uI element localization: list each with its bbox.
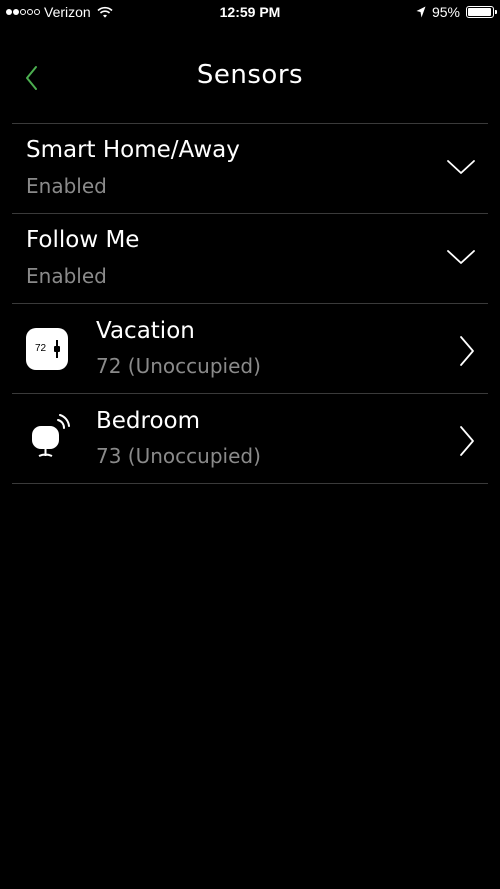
thermostat-dial-knob (54, 346, 60, 352)
thermostat-temp: 72 (35, 343, 47, 354)
status-right: 95% (416, 4, 497, 20)
row-subtitle: Enabled (26, 264, 107, 288)
battery-percent: 95% (431, 4, 460, 20)
sensor-row-vacation[interactable]: 72 Vacation 72 (Unoccupied) (12, 304, 488, 393)
settings-list: Smart Home/Away Enabled Follow Me Enable… (12, 123, 488, 484)
chevron-right-icon (460, 426, 474, 456)
sensor-status: 72 (Unoccupied) (96, 354, 261, 378)
nav-bar: Sensors (0, 50, 500, 106)
battery-fill (468, 8, 491, 16)
sensor-row-bedroom[interactable]: Bedroom 73 (Unoccupied) (12, 394, 488, 483)
divider (12, 483, 488, 484)
location-arrow-icon (416, 6, 426, 18)
chevron-right-icon (460, 336, 474, 366)
row-smart-home-away[interactable]: Smart Home/Away Enabled (12, 124, 488, 213)
room-sensor-icon (32, 414, 70, 457)
row-title: Smart Home/Away (26, 137, 240, 163)
sensor-name: Bedroom (96, 408, 201, 434)
battery-nub (495, 10, 497, 14)
page-title: Sensors (196, 60, 304, 90)
row-title: Follow Me (26, 227, 140, 253)
chevron-down-icon[interactable] (446, 248, 476, 266)
row-follow-me[interactable]: Follow Me Enabled (12, 214, 488, 303)
sensor-name: Vacation (96, 318, 195, 344)
sensor-status: 73 (Unoccupied) (96, 444, 261, 468)
chevron-down-icon[interactable] (446, 158, 476, 176)
status-bar: Verizon 12:59 PM 95% (0, 0, 500, 26)
row-subtitle: Enabled (26, 174, 107, 198)
thermostat-icon: 72 (26, 328, 68, 370)
battery-icon (466, 6, 497, 18)
